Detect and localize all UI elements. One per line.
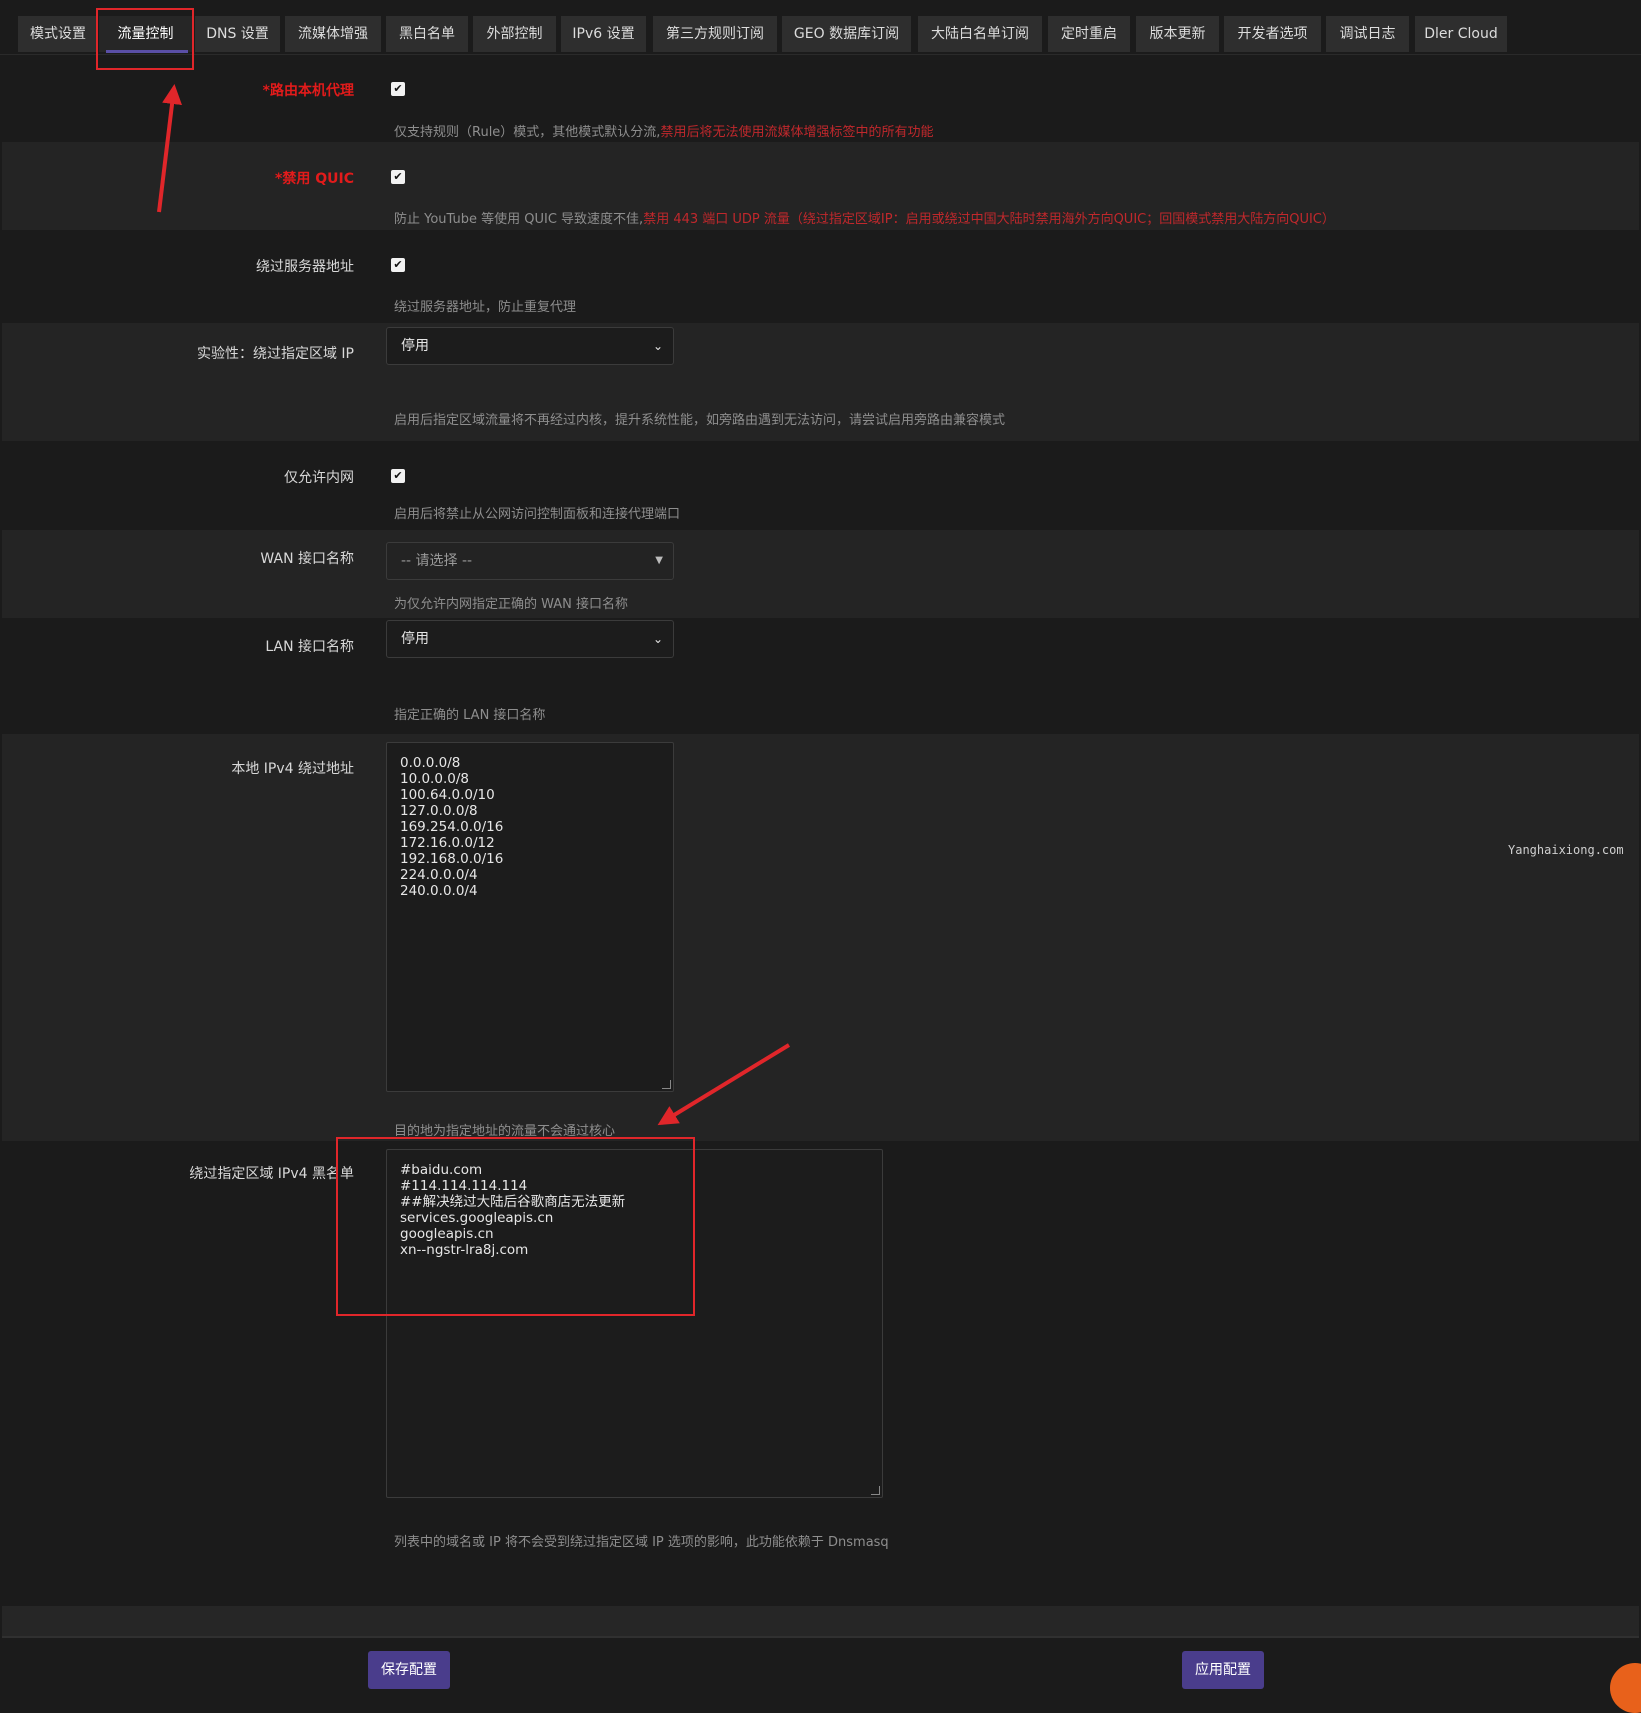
setting-bypass-server: 绕过服务器地址 ✔ 绕过服务器地址，防止重复代理 [2,230,1639,323]
bypass-region-ip-desc: 启用后指定区域流量将不再经过内核，提升系统性能，如旁路由遇到无法访问，请尝试启用… [394,413,1006,428]
bypass-region-ip-label: 实验性：绕过指定区域 IP [196,346,354,362]
setting-lan-iface: LAN 接口名称 停用 ⌄ 指定正确的 LAN 接口名称 [2,618,1639,734]
bottom-bar [2,1606,1639,1636]
route-local-warning: 禁用后将无法使用流媒体增强标签中的所有功能 [660,125,934,140]
tab-ipv6-settings[interactable]: IPv6 设置 [561,16,646,52]
textarea-line: 224.0.0.0/4 [400,867,478,883]
lan-iface-select[interactable]: 停用 ⌄ [386,620,674,658]
tab-debug-log[interactable]: 调试日志 [1326,16,1409,52]
tab-bar: 模式设置 流量控制 DNS 设置 流媒体增强 黑白名单 外部控制 IPv6 设置… [0,0,1641,55]
tab-mode-settings[interactable]: 模式设置 [18,16,98,52]
lan-only-label: 仅允许内网 [284,470,354,486]
disable-quic-warning: 禁用 443 端口 UDP 流量（绕过指定区域IP：启用或绕过中国大陆时禁用海外… [643,212,1335,227]
setting-region-ipv4-blacklist: 绕过指定区域 IPv4 黑名单 #baidu.com #114.114.114.… [2,1141,1639,1643]
tab-streaming-enhance[interactable]: 流媒体增强 [285,16,381,52]
textarea-line: 127.0.0.0/8 [400,803,478,819]
tab-scheduled-restart[interactable]: 定时重启 [1048,16,1130,52]
local-ipv4-bypass-textarea[interactable]: 0.0.0.0/8 10.0.0.0/8 100.64.0.0/10 127.0… [386,742,674,1092]
textarea-line: 169.254.0.0/16 [400,819,504,835]
tab-developer-options[interactable]: 开发者选项 [1224,16,1321,52]
tab-third-party-rules[interactable]: 第三方规则订阅 [653,16,777,52]
lan-iface-desc: 指定正确的 LAN 接口名称 [394,708,546,723]
textarea-line: 0.0.0.0/8 [400,755,461,771]
setting-lan-only: 仅允许内网 ✔ 启用后将禁止从公网访问控制面板和连接代理端口 [2,441,1639,530]
setting-bypass-region-ip: 实验性：绕过指定区域 IP 停用 ⌄ 启用后指定区域流量将不再经过内核，提升系统… [2,323,1639,441]
route-local-label: *路由本机代理 [262,83,354,99]
lan-only-desc: 启用后将禁止从公网访问控制面板和连接代理端口 [394,507,681,522]
textarea-line: 100.64.0.0/10 [400,787,495,803]
textarea-line: 240.0.0.0/4 [400,883,478,899]
disable-quic-label: *禁用 QUIC [275,171,354,187]
bottom-divider [2,1636,1639,1638]
bypass-server-checkbox[interactable]: ✔ [391,258,405,272]
wan-iface-desc: 为仅允许内网指定正确的 WAN 接口名称 [394,597,629,612]
wan-iface-label: WAN 接口名称 [260,551,354,567]
lan-iface-value: 停用 [401,631,429,647]
triangle-down-icon: ▼ [655,555,663,566]
textarea-line: 10.0.0.0/8 [400,771,469,787]
disable-quic-desc: 防止 YouTube 等使用 QUIC 导致速度不佳,禁用 443 端口 UDP… [394,208,1335,227]
tab-version-update[interactable]: 版本更新 [1136,16,1219,52]
apply-config-button[interactable]: 应用配置 [1182,1651,1264,1689]
wan-iface-select[interactable]: -- 请选择 -- ▼ [386,542,674,580]
bypass-server-desc: 绕过服务器地址，防止重复代理 [394,300,577,315]
tab-china-whitelist[interactable]: 大陆白名单订阅 [918,16,1042,52]
local-ipv4-bypass-label: 本地 IPv4 绕过地址 [231,761,354,777]
route-local-checkbox[interactable]: ✔ [391,82,405,96]
disable-quic-checkbox[interactable]: ✔ [391,170,405,184]
region-ipv4-blacklist-desc: 列表中的域名或 IP 将不会受到绕过指定区域 IP 选项的影响，此功能依赖于 D… [394,1535,889,1550]
resize-handle[interactable] [871,1486,880,1495]
setting-route-local: *路由本机代理 ✔ 仅支持规则（Rule）模式，其他模式默认分流,禁用后将无法使… [2,54,1639,142]
wan-iface-placeholder: -- 请选择 -- [401,553,473,569]
save-config-button[interactable]: 保存配置 [368,1651,450,1689]
disable-quic-desc-text: 防止 YouTube 等使用 QUIC 导致速度不佳, [394,212,644,227]
setting-disable-quic: *禁用 QUIC ✔ 防止 YouTube 等使用 QUIC 导致速度不佳,禁用… [2,142,1639,230]
region-ipv4-blacklist-label: 绕过指定区域 IPv4 黑名单 [189,1166,354,1182]
route-local-desc-text: 仅支持规则（Rule）模式，其他模式默认分流, [394,125,661,140]
bypass-server-label: 绕过服务器地址 [256,259,354,275]
tab-dns-settings[interactable]: DNS 设置 [195,16,280,52]
watermark: Yanghaixiong.com [1508,843,1624,857]
setting-wan-iface: WAN 接口名称 -- 请选择 -- ▼ 为仅允许内网指定正确的 WAN 接口名… [2,530,1639,618]
tab-external-control[interactable]: 外部控制 [473,16,556,52]
setting-local-ipv4-bypass: 本地 IPv4 绕过地址 0.0.0.0/8 10.0.0.0/8 100.64… [2,734,1639,1141]
tab-black-white-list[interactable]: 黑白名单 [386,16,468,52]
resize-handle[interactable] [662,1080,671,1089]
annotation-box-tab [96,8,194,70]
tab-dler-cloud[interactable]: Dler Cloud [1415,16,1507,52]
annotation-box-blacklist [336,1137,695,1316]
corner-logo-icon [1610,1663,1641,1713]
chevron-down-icon: ⌄ [652,632,663,646]
textarea-line: 172.16.0.0/12 [400,835,495,851]
chevron-down-icon: ⌄ [652,339,663,353]
textarea-line: 192.168.0.0/16 [400,851,504,867]
lan-only-checkbox[interactable]: ✔ [391,469,405,483]
route-local-desc: 仅支持规则（Rule）模式，其他模式默认分流,禁用后将无法使用流媒体增强标签中的… [394,121,933,140]
lan-iface-label: LAN 接口名称 [265,639,354,655]
bypass-region-ip-value: 停用 [401,338,429,354]
bypass-region-ip-select[interactable]: 停用 ⌄ [386,327,674,365]
tab-geo-database[interactable]: GEO 数据库订阅 [782,16,911,52]
